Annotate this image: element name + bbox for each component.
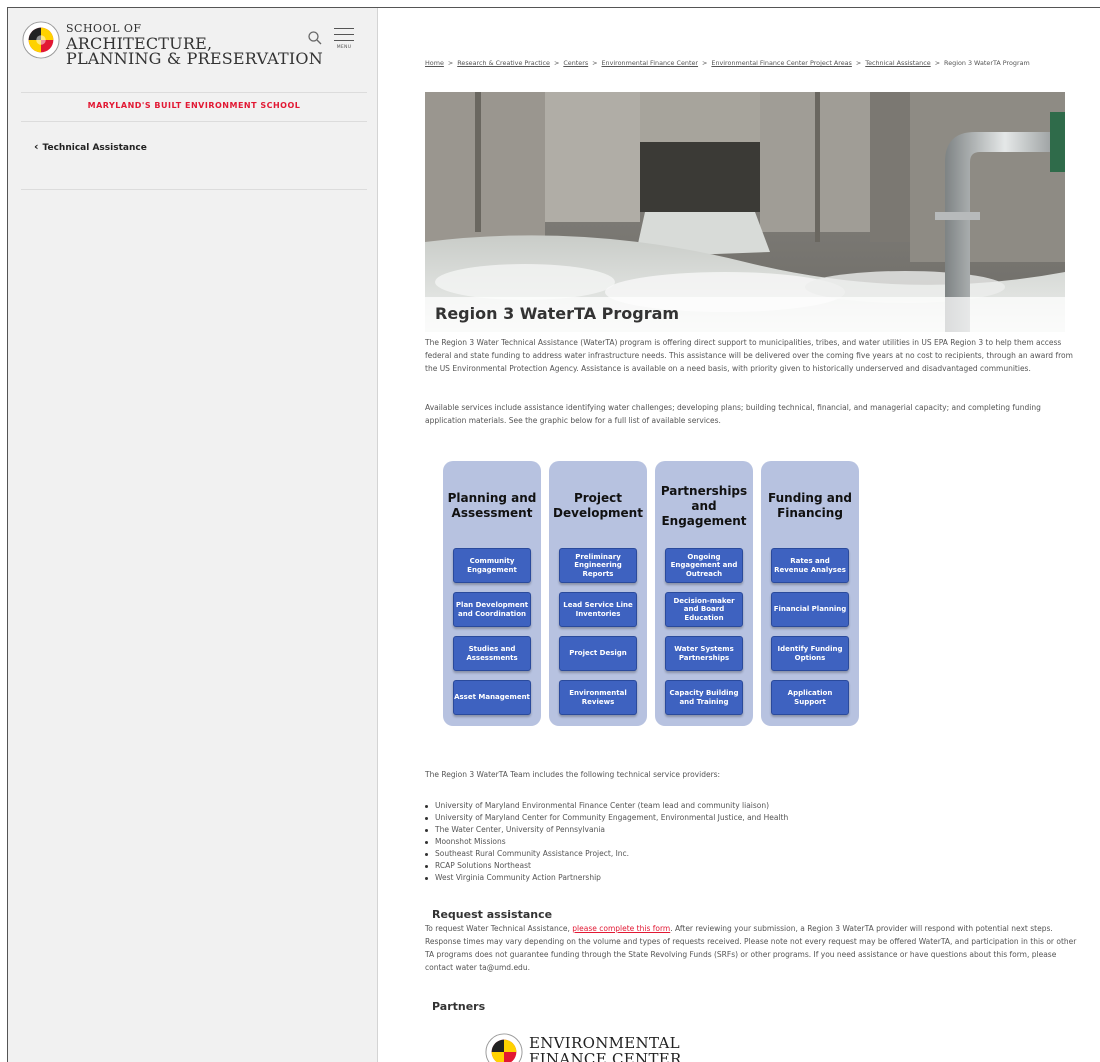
list-item: Moonshot Missions [425, 836, 1065, 848]
intro-paragraph-1: The Region 3 Water Technical Assistance … [425, 338, 1073, 373]
service-box: Ongoing Engagement and Outreach [665, 548, 743, 583]
list-item: Southeast Rural Community Assistance Pro… [425, 848, 1065, 860]
request-paragraph: To request Water Technical Assistance, p… [425, 924, 1077, 972]
service-column-planning: Planning and Assessment Community Engage… [443, 461, 541, 726]
service-box: Application Support [771, 680, 849, 715]
list-item: The Water Center, University of Pennsylv… [425, 824, 1065, 836]
breadcrumb-separator: > [447, 59, 454, 67]
service-box: Financial Planning [771, 592, 849, 627]
breadcrumb-current: Region 3 WaterTA Program [944, 59, 1030, 67]
back-link-label: Technical Assistance [42, 143, 147, 153]
water-infrastructure-photo [425, 92, 1065, 332]
sidebar-divider [21, 92, 367, 93]
partners-heading: Partners [432, 1000, 486, 1013]
service-box: Lead Service Line Inventories [559, 592, 637, 627]
efc-logo-text: ENVIRONMENTAL FINANCE CENTER [529, 1034, 682, 1062]
back-link-technical-assistance[interactable]: ‹ Technical Assistance [34, 140, 147, 153]
browser-frame: SCHOOL OF ARCHITECTURE, PLANNING & PRESE… [7, 7, 1100, 1062]
brand-line-3: PLANNING & PRESERVATION [66, 49, 323, 68]
service-box: Decision-maker and Board Education [665, 592, 743, 627]
hamburger-icon [334, 28, 354, 29]
service-box: Studies and Assessments [453, 636, 531, 671]
service-column-title: Partnerships and Engagement [660, 483, 748, 528]
service-box: Plan Development and Coordination [453, 592, 531, 627]
list-item: University of Maryland Center for Commun… [425, 812, 1065, 824]
service-box: Preliminary Engineering Reports [559, 548, 637, 583]
hero-image: Region 3 WaterTA Program [425, 92, 1065, 332]
service-box: Capacity Building and Training [665, 680, 743, 715]
university-seal-icon [485, 1033, 523, 1062]
breadcrumb-research[interactable]: Research & Creative Practice [457, 59, 550, 67]
request-form-link[interactable]: please complete this form [572, 924, 670, 933]
breadcrumb: Home > Research & Creative Practice > Center… [425, 59, 1030, 67]
chevron-left-icon: ‹ [34, 140, 39, 153]
intro-paragraph-2: Available services include assistance id… [425, 403, 1041, 425]
menu-label: MENU [336, 45, 352, 50]
service-column-project: Project Development Preliminary Engineer… [549, 461, 647, 726]
school-tagline: MARYLAND'S BUILT ENVIRONMENT SCHOOL [87, 101, 301, 110]
request-heading: Request assistance [432, 908, 553, 921]
service-column-title: Project Development [553, 491, 643, 520]
service-box: Rates and Revenue Analyses [771, 548, 849, 583]
list-item: RCAP Solutions Northeast [425, 860, 1065, 872]
service-column-partnerships: Partnerships and Engagement Ongoing Enga… [655, 461, 753, 726]
sidebar: SCHOOL OF ARCHITECTURE, PLANNING & PRESE… [8, 8, 378, 1062]
service-box: Water Systems Partnerships [665, 636, 743, 671]
breadcrumb-home[interactable]: Home [425, 59, 444, 67]
breadcrumb-centers[interactable]: Centers [563, 59, 588, 67]
breadcrumb-efc[interactable]: Environmental Finance Center [602, 59, 699, 67]
service-box: Identify Funding Options [771, 636, 849, 671]
provider-list: University of Maryland Environmental Fin… [425, 800, 1065, 884]
university-seal-logo[interactable] [22, 21, 60, 59]
service-box: Project Design [559, 636, 637, 671]
list-item: West Virginia Community Action Partnersh… [425, 872, 1065, 884]
sidebar-divider [21, 121, 367, 122]
service-column-funding: Funding and Financing Rates and Revenue … [761, 461, 859, 726]
service-box: Community Engagement [453, 548, 531, 583]
service-box: Asset Management [453, 680, 531, 715]
services-graphic: Planning and Assessment Community Engage… [443, 461, 863, 726]
menu-button[interactable]: MENU [334, 28, 354, 50]
breadcrumb-efc-project-areas[interactable]: Environmental Finance Center Project Are… [711, 59, 851, 67]
service-box: Environmental Reviews [559, 680, 637, 715]
sidebar-divider [21, 189, 367, 190]
page-title-bar: Region 3 WaterTA Program [425, 297, 1065, 332]
school-brand[interactable]: SCHOOL OF ARCHITECTURE, PLANNING & PRESE… [66, 21, 323, 68]
breadcrumb-technical-assistance[interactable]: Technical Assistance [865, 59, 930, 67]
service-column-title: Planning and Assessment [447, 491, 537, 520]
page-title: Region 3 WaterTA Program [435, 304, 680, 323]
service-column-title: Funding and Financing [768, 491, 852, 520]
team-intro: The Region 3 WaterTA Team includes the f… [425, 770, 721, 779]
search-icon[interactable] [307, 30, 323, 46]
list-item: University of Maryland Environmental Fin… [425, 800, 1065, 812]
